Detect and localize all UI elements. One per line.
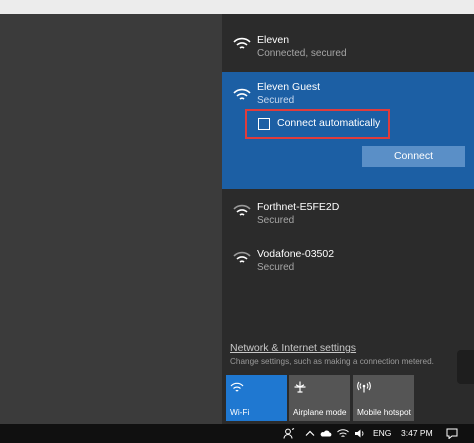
network-name: Forthnet-E5FE2D [257,201,340,213]
volume-icon[interactable] [354,428,366,439]
mobile-hotspot-tile[interactable]: Mobile hotspot [353,375,414,421]
hotspot-icon [357,381,371,393]
notification-icon[interactable] [446,428,458,439]
scroll-handle[interactable] [457,350,474,384]
connect-automatically-option[interactable]: Connect automatically [245,109,390,139]
network-internet-settings-link[interactable]: Network & Internet settings [230,342,356,354]
network-status: Secured [257,262,295,273]
network-status: Secured [257,95,295,106]
chevron-up-icon[interactable] [304,428,316,439]
network-status: Secured [257,215,295,226]
network-name: Vodafone-03502 [257,248,335,260]
clock[interactable]: 3:47 PM [401,428,433,438]
network-status: Connected, secured [257,48,347,59]
network-item-forthnet[interactable]: Forthnet-E5FE2D Secured [222,189,474,235]
network-item-eleven-guest[interactable]: Eleven Guest Secured Connect automatical… [222,72,474,189]
tile-label: Mobile hotspot [357,407,411,417]
connect-automatically-label: Connect automatically [277,117,381,129]
network-icon[interactable] [337,428,349,439]
network-name: Eleven [257,34,290,46]
people-icon[interactable] [283,428,295,439]
network-item-eleven[interactable]: Eleven Connected, secured [222,14,474,70]
wifi-icon [230,382,244,392]
network-name: Eleven Guest [257,81,321,93]
window-top-strip [0,0,474,14]
language-indicator[interactable]: ENG [373,428,391,438]
onedrive-icon[interactable] [320,428,332,439]
wifi-icon [233,37,251,49]
wifi-icon [233,204,251,216]
connect-button[interactable]: Connect [362,146,465,167]
settings-description: Change settings, such as making a connec… [230,357,434,366]
network-flyout: Eleven Connected, secured Eleven Guest S… [222,14,474,424]
wifi-tile[interactable]: Wi-Fi [226,375,287,421]
airplane-mode-tile[interactable]: Airplane mode [289,375,350,421]
airplane-icon [294,381,306,393]
wifi-icon [233,88,251,100]
taskbar: ENG 3:47 PM [0,424,474,443]
wifi-icon [233,251,251,263]
tile-label: Airplane mode [293,407,347,417]
network-item-vodafone[interactable]: Vodafone-03502 Secured [222,236,474,282]
connect-automatically-checkbox[interactable] [258,118,270,130]
tile-label: Wi-Fi [230,407,250,417]
